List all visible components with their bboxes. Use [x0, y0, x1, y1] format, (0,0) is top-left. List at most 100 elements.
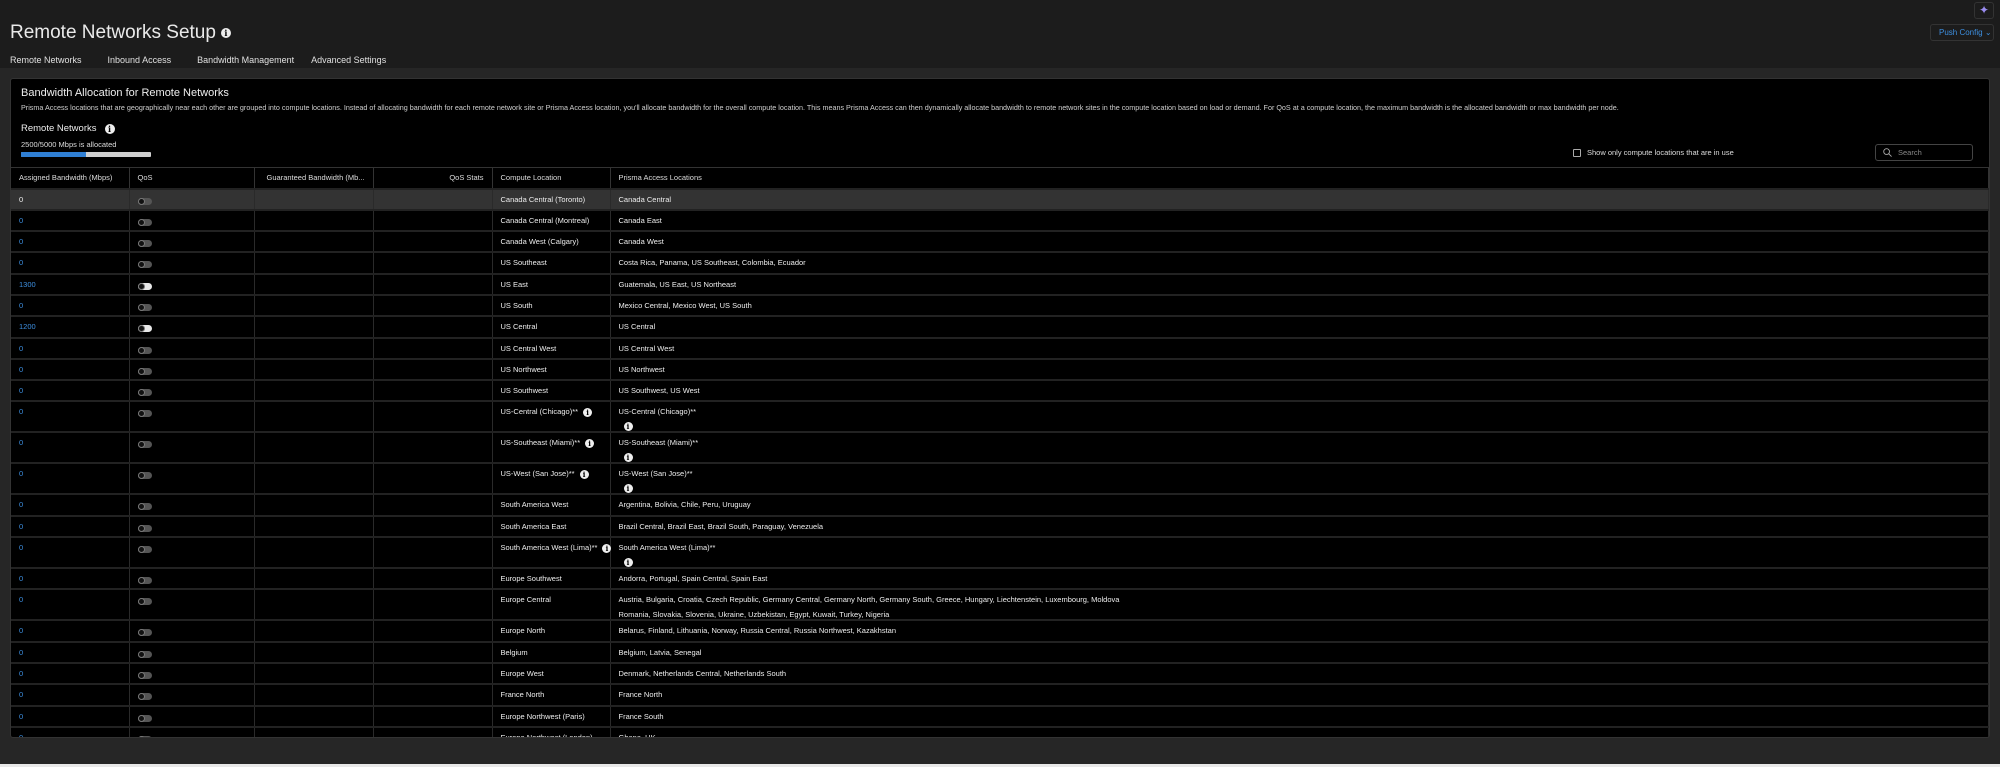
assigned-bandwidth-link[interactable]: 0: [19, 669, 23, 678]
table-row[interactable]: 0 US-Central (Chicago)** i US-Central (Ch…: [11, 400, 1989, 433]
qos-toggle[interactable]: [137, 546, 152, 554]
info-icon[interactable]: i: [583, 407, 593, 417]
table-row[interactable]: 0 US South Mexico Central, Mexico West, …: [11, 293, 1989, 317]
info-icon[interactable]: i: [602, 543, 612, 553]
location-list: Costa Rica, Panama, US Southeast, Colomb…: [618, 258, 806, 268]
qos-toggle[interactable]: [137, 325, 152, 333]
assigned-bandwidth-link[interactable]: 0: [19, 712, 23, 721]
table-row[interactable]: 0 Europe North Belarus, Finland, Lithuan…: [11, 619, 1989, 642]
table-row[interactable]: 0 South America East Brazil Central, Bra…: [11, 514, 1989, 538]
table-row[interactable]: 1300 US East Guatemala, US East, US Nort…: [11, 272, 1989, 295]
table-row[interactable]: 0 Belgium Belgium, Latvia, Senegal: [11, 640, 1989, 663]
table-row[interactable]: 0 Canada Central (Toronto) Canada Centra…: [11, 187, 1989, 210]
qos-toggle[interactable]: [137, 367, 152, 375]
ai-sparkle-icon[interactable]: ✦: [1974, 2, 1994, 19]
compute-location: Europe Central: [500, 595, 551, 605]
in-use-filter-checkbox[interactable]: Show only compute locations that are in …: [1573, 148, 1734, 157]
push-config-button[interactable]: Push Config ⌄: [1930, 24, 1994, 41]
table-row[interactable]: 0 Canada West (Calgary) Canada West: [11, 230, 1989, 253]
assigned-bandwidth-link[interactable]: 0: [19, 195, 23, 204]
qos-toggle[interactable]: [137, 441, 152, 449]
qos-toggle[interactable]: [137, 346, 152, 354]
assigned-bandwidth-link[interactable]: 0: [19, 438, 23, 447]
table-row[interactable]: 0 US Northwest US Northwest: [11, 357, 1989, 381]
assigned-bandwidth-link[interactable]: 0: [19, 543, 23, 552]
assigned-bandwidth-link[interactable]: 0: [19, 386, 23, 395]
column-header[interactable]: QoS Stats: [373, 167, 493, 189]
qos-toggle[interactable]: [137, 650, 152, 658]
info-icon[interactable]: i: [623, 453, 633, 463]
assigned-bandwidth-link[interactable]: 0: [19, 500, 23, 509]
assigned-bandwidth-link[interactable]: 0: [19, 216, 23, 225]
qos-toggle[interactable]: [137, 577, 152, 585]
qos-toggle[interactable]: [137, 503, 152, 511]
assigned-bandwidth-link[interactable]: 0: [19, 407, 23, 416]
info-icon[interactable]: i: [623, 422, 633, 432]
info-icon[interactable]: i: [220, 28, 231, 38]
table-row[interactable]: 0 Europe Northwest (London) Ghana, UK: [11, 725, 1989, 737]
assigned-bandwidth-link[interactable]: 0: [19, 301, 23, 310]
table-row[interactable]: 0 South America West Argentina, Bolivia,…: [11, 493, 1989, 516]
table-row[interactable]: 0 US-Southeast (Miami)** i US-Southeast (…: [11, 431, 1989, 464]
table-row[interactable]: 0 Europe Central Austria, Bulgaria, Croa…: [11, 588, 1989, 621]
assigned-bandwidth-link[interactable]: 0: [19, 648, 23, 657]
assigned-bandwidth-link[interactable]: 0: [19, 733, 23, 737]
info-icon[interactable]: i: [579, 469, 589, 479]
location-list: France North: [618, 690, 663, 700]
qos-toggle[interactable]: [137, 598, 152, 606]
assigned-bandwidth-link[interactable]: 1200: [19, 322, 36, 331]
column-header[interactable]: Guaranteed Bandwidth (Mb...: [254, 167, 374, 189]
table-row[interactable]: 0 US Southwest US Southwest, US West: [11, 379, 1989, 402]
table-row[interactable]: 0 Europe West Denmark, Netherlands Centr…: [11, 661, 1989, 685]
guaranteed-bandwidth-cell: [254, 251, 374, 274]
column-header[interactable]: Compute Location: [492, 167, 611, 189]
qos-toggle[interactable]: [137, 389, 152, 397]
qos-toggle[interactable]: [137, 735, 152, 737]
info-icon[interactable]: i: [585, 438, 595, 448]
qos-toggle[interactable]: [137, 714, 152, 722]
checkbox[interactable]: [1573, 148, 1581, 157]
assigned-bandwidth-link[interactable]: 0: [19, 344, 23, 353]
assigned-bandwidth-link[interactable]: 0: [19, 237, 23, 246]
assigned-bandwidth-link[interactable]: 0: [19, 626, 23, 635]
qos-toggle[interactable]: [137, 303, 152, 311]
table-row[interactable]: 0 US Southeast Costa Rica, Panama, US So…: [11, 251, 1989, 274]
column-header[interactable]: Prisma Access Locations: [610, 167, 1989, 189]
table-row[interactable]: 1200 US Central US Central: [11, 315, 1989, 338]
info-icon[interactable]: i: [104, 123, 115, 134]
table-row[interactable]: 0 France North France North: [11, 683, 1989, 706]
assigned-bandwidth-link[interactable]: 0: [19, 595, 23, 604]
qos-toggle[interactable]: [137, 197, 152, 205]
qos-toggle[interactable]: [137, 261, 152, 269]
search-input[interactable]: Search: [1875, 144, 1973, 161]
info-icon[interactable]: i: [623, 558, 633, 568]
assigned-bandwidth-link[interactable]: 0: [19, 258, 23, 267]
qos-toggle[interactable]: [137, 472, 152, 480]
qos-toggle[interactable]: [137, 218, 152, 226]
column-header[interactable]: Assigned Bandwidth (Mbps): [11, 167, 130, 189]
column-header[interactable]: QoS: [129, 167, 255, 189]
table-row[interactable]: 0 US Central West US Central West: [11, 336, 1989, 359]
qos-toggle[interactable]: [137, 282, 152, 290]
location-list: Mexico Central, Mexico West, US South: [618, 300, 752, 310]
table-row[interactable]: 0 Europe Southwest Andorra, Portugal, Sp…: [11, 567, 1989, 590]
qos-toggle[interactable]: [137, 240, 152, 248]
table-row[interactable]: 0 US-West (San Jose)** i US-West (San Jos…: [11, 462, 1989, 495]
qos-toggle[interactable]: [137, 524, 152, 532]
assigned-bandwidth-link[interactable]: 0: [19, 469, 23, 478]
qos-stats-cell: [373, 187, 493, 210]
assigned-bandwidth-link[interactable]: 0: [19, 522, 23, 531]
search-icon: [1883, 148, 1892, 157]
qos-toggle[interactable]: [137, 693, 152, 701]
table-row[interactable]: 0 South America West (Lima)** i South Ame…: [11, 536, 1989, 569]
assigned-bandwidth-link[interactable]: 0: [19, 690, 23, 699]
assigned-bandwidth-link[interactable]: 0: [19, 365, 23, 374]
table-row[interactable]: 0 Europe Northwest (Paris) France South: [11, 704, 1989, 727]
assigned-bandwidth-link[interactable]: 1300: [19, 280, 36, 289]
info-icon[interactable]: i: [623, 484, 633, 494]
table-row[interactable]: 0 Canada Central (Montreal) Canada East: [11, 208, 1989, 232]
assigned-bandwidth-link[interactable]: 0: [19, 574, 23, 583]
qos-toggle[interactable]: [137, 629, 152, 637]
qos-toggle[interactable]: [137, 410, 152, 418]
qos-toggle[interactable]: [137, 671, 152, 679]
